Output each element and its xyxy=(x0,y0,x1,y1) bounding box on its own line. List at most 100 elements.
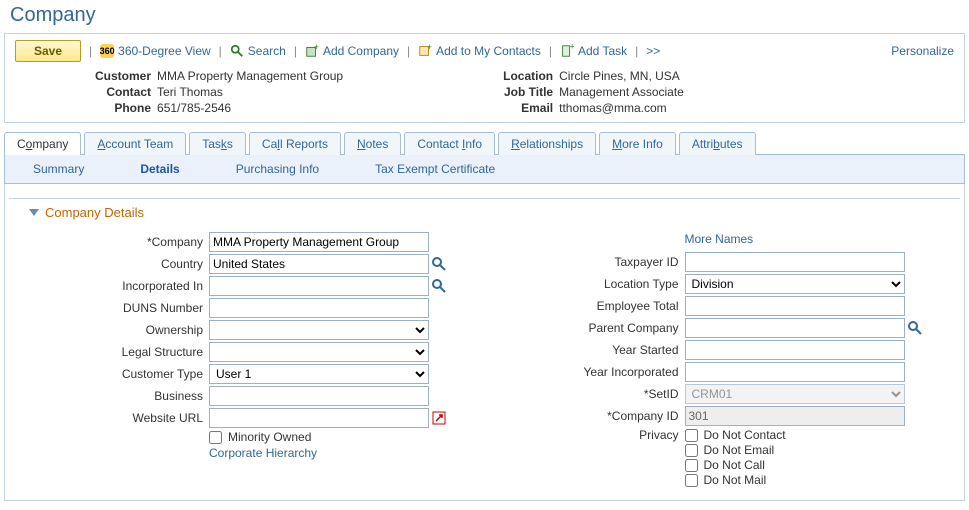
ownership-select[interactable] xyxy=(209,320,429,340)
jobtitle-label: Job Title xyxy=(503,84,559,100)
header-summary: CustomerMMA Property Management Group Co… xyxy=(15,68,954,116)
separator: | xyxy=(405,44,412,58)
location-type-label: Location Type xyxy=(485,277,685,291)
setid-label: SetID xyxy=(485,387,685,401)
taxpayer-id-label: Taxpayer ID xyxy=(485,255,685,269)
tab-relationships[interactable]: Relationships xyxy=(498,132,596,155)
website-url-label: Website URL xyxy=(9,411,209,425)
separator: | xyxy=(633,44,640,58)
business-label: Business xyxy=(9,389,209,403)
customer-type-select[interactable]: User 1 xyxy=(209,364,429,384)
subtab-details[interactable]: Details xyxy=(112,159,207,179)
country-input[interactable] xyxy=(209,254,429,274)
phone-value: 651/785-2546 xyxy=(157,100,343,116)
tab-contact-info[interactable]: Contact Info xyxy=(404,132,495,155)
tab-call-reports[interactable]: Call Reports xyxy=(249,132,341,155)
subtab-summary[interactable]: Summary xyxy=(5,159,112,179)
search-link[interactable]: Search xyxy=(230,44,286,58)
year-incorporated-input[interactable] xyxy=(685,362,905,382)
location-label: Location xyxy=(503,68,559,84)
tab-tasks[interactable]: Tasks xyxy=(189,132,246,155)
employee-total-input[interactable] xyxy=(685,296,905,316)
add-company-label: Add Company xyxy=(323,44,399,58)
customer-type-label: Customer Type xyxy=(9,367,209,381)
section-title: Company Details xyxy=(45,205,144,220)
tab-notes[interactable]: Notes xyxy=(344,132,401,155)
360-view-link[interactable]: 360 360-Degree View xyxy=(100,44,211,58)
save-button[interactable]: Save xyxy=(15,40,81,62)
parent-company-input[interactable] xyxy=(685,318,905,338)
add-company-icon: + xyxy=(305,44,319,58)
360-view-label: 360-Degree View xyxy=(118,44,211,58)
do-not-call-checkbox[interactable] xyxy=(685,459,698,472)
separator: | xyxy=(292,44,299,58)
add-contacts-icon: + xyxy=(418,44,432,58)
do-not-contact-checkbox[interactable] xyxy=(685,429,698,442)
minority-owned-label: Minority Owned xyxy=(228,430,311,444)
incorporated-in-label: Incorporated In xyxy=(9,279,209,293)
customer-value: MMA Property Management Group xyxy=(157,68,343,84)
search-icon xyxy=(230,44,244,58)
year-incorporated-label: Year Incorporated xyxy=(485,365,685,379)
svg-text:+: + xyxy=(314,44,319,52)
add-task-label: Add Task xyxy=(578,44,627,58)
tab-account-team[interactable]: Account Team xyxy=(84,132,186,155)
legal-structure-select[interactable] xyxy=(209,342,429,362)
subtab-purchasing[interactable]: Purchasing Info xyxy=(208,159,347,179)
parent-company-lookup-icon[interactable] xyxy=(907,320,923,336)
parent-company-label: Parent Company xyxy=(485,321,685,335)
do-not-mail-label: Do Not Mail xyxy=(704,473,767,487)
company-id-label: Company ID xyxy=(485,409,685,423)
more-actions-link[interactable]: >> xyxy=(646,44,660,58)
email-value: tthomas@mma.com xyxy=(559,100,684,116)
year-started-input[interactable] xyxy=(685,340,905,360)
year-started-label: Year Started xyxy=(485,343,685,357)
do-not-email-checkbox[interactable] xyxy=(685,444,698,457)
minority-owned-checkbox[interactable] xyxy=(209,431,222,444)
country-lookup-icon[interactable] xyxy=(431,256,447,272)
subtab-tax[interactable]: Tax Exempt Certificate xyxy=(347,159,523,179)
business-input[interactable] xyxy=(209,386,429,406)
location-type-select[interactable]: Division xyxy=(685,274,905,294)
corporate-hierarchy-link[interactable]: Corporate Hierarchy xyxy=(209,446,317,460)
email-label: Email xyxy=(503,100,559,116)
svg-text:+: + xyxy=(427,44,432,52)
personalize-link[interactable]: Personalize xyxy=(891,44,954,58)
website-url-input[interactable] xyxy=(209,408,429,428)
separator: | xyxy=(87,44,94,58)
sub-tabs: Summary Details Purchasing Info Tax Exem… xyxy=(4,155,965,184)
separator: | xyxy=(547,44,554,58)
tab-company[interactable]: Company xyxy=(4,132,81,155)
company-id-input xyxy=(685,406,905,426)
separator: | xyxy=(217,44,224,58)
url-go-icon[interactable] xyxy=(431,410,447,426)
taxpayer-id-input[interactable] xyxy=(685,252,905,272)
add-contacts-link[interactable]: + Add to My Contacts xyxy=(418,44,541,58)
tab-attributes[interactable]: Attributes xyxy=(679,132,756,155)
svg-text:+: + xyxy=(570,44,574,51)
main-tabs: Company Account Team Tasks Call Reports … xyxy=(4,131,965,155)
section-header[interactable]: Company Details xyxy=(9,198,960,230)
more-names-link[interactable]: More Names xyxy=(685,232,754,246)
phone-label: Phone xyxy=(95,100,157,116)
company-details-section: Company Details Company Country Incorpor… xyxy=(4,184,965,501)
search-label: Search xyxy=(248,44,286,58)
toolbar-container: Save | 360 360-Degree View | Search | + … xyxy=(4,33,965,123)
contact-value: Teri Thomas xyxy=(157,84,343,100)
contact-label: Contact xyxy=(95,84,157,100)
incorporated-in-lookup-icon[interactable] xyxy=(431,278,447,294)
incorporated-in-input[interactable] xyxy=(209,276,429,296)
add-company-link[interactable]: + Add Company xyxy=(305,44,399,58)
duns-input[interactable] xyxy=(209,298,429,318)
tab-more-info[interactable]: More Info xyxy=(599,132,676,155)
location-value: Circle Pines, MN, USA xyxy=(559,68,684,84)
add-task-link[interactable]: + Add Task xyxy=(560,44,627,58)
do-not-email-label: Do Not Email xyxy=(704,443,775,457)
country-label: Country xyxy=(9,257,209,271)
company-input[interactable] xyxy=(209,232,429,252)
ownership-label: Ownership xyxy=(9,323,209,337)
privacy-label: Privacy xyxy=(485,428,685,442)
collapse-icon xyxy=(29,209,39,216)
do-not-mail-checkbox[interactable] xyxy=(685,474,698,487)
setid-select: CRM01 xyxy=(685,384,905,404)
